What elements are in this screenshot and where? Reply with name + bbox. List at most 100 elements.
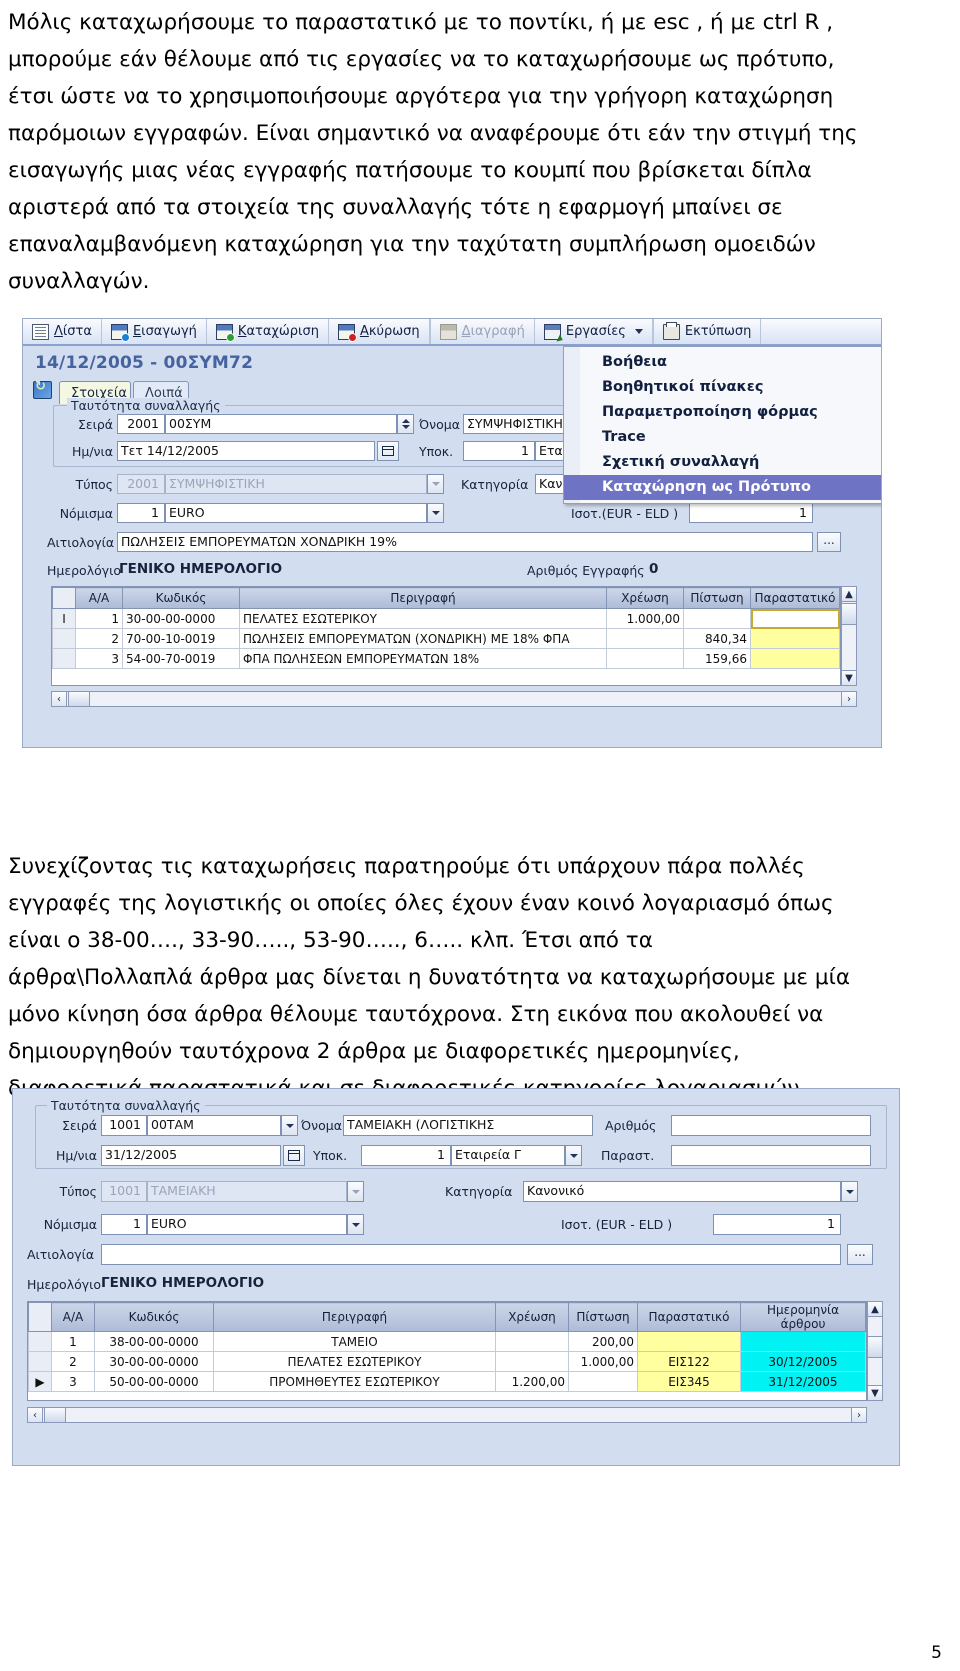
grid-col-code-2[interactable]: Κωδικός [94, 1302, 214, 1332]
toolbar-button-jobs[interactable]: Εργασίες [535, 319, 654, 344]
cell-date-2[interactable]: 31/12/2005 [740, 1371, 866, 1392]
cell-desc-2[interactable]: ΤΑΜΕΙΟ [213, 1331, 496, 1352]
menu-item-parametropoiisi-formas[interactable]: Παραμετροποίηση φόρμας [564, 400, 881, 425]
scroll-up-icon-2[interactable]: ▲ [867, 1301, 883, 1317]
cell-date-2[interactable] [740, 1331, 866, 1352]
scroll-down-icon-2[interactable]: ▼ [867, 1385, 883, 1401]
cell-debit[interactable] [606, 648, 684, 669]
field-aitiologia-value[interactable]: ΠΩΛΗΣΕΙΣ ΕΜΠΟΡΕΥΜΑΤΩΝ ΧΟΝΔΡΙΚΗ 19% [117, 532, 813, 552]
grid-horizontal-scrollbar[interactable]: ‹ › [51, 691, 857, 707]
cell-code-2[interactable]: 50-00-00-0000 [94, 1371, 214, 1392]
grid-col-desc[interactable]: Περιγραφή [239, 587, 607, 609]
cell-credit-2[interactable]: 200,00 [568, 1331, 638, 1352]
cell-doc[interactable] [750, 608, 840, 629]
jobs-dropdown-menu[interactable]: Βοήθεια Βοηθητικοί πίνακες Παραμετροποίη… [563, 346, 881, 504]
scroll-thumb-2[interactable] [867, 1336, 883, 1358]
field-imnia-value[interactable]: Τετ 14/12/2005 [117, 441, 375, 461]
cell-aa-2[interactable]: 1 [51, 1331, 95, 1352]
entries-grid[interactable]: Α/Α Κωδικός Περιγραφή Χρέωση Πίστωση Παρ… [51, 586, 841, 686]
toolbar-button-print[interactable]: Εκτύπωση [654, 319, 762, 344]
scroll-left-icon-2[interactable]: ‹ [27, 1407, 43, 1423]
cell-aa[interactable]: 2 [75, 628, 123, 649]
cell-debit[interactable]: 1.000,00 [606, 608, 684, 629]
field-onoma-value-2[interactable]: ΤΑΜΕΙΑΚΗ (ΛΟΓΙΣΤΙΚΗΣ [343, 1115, 593, 1136]
field-nomisma-code-2[interactable]: 1 [101, 1214, 147, 1235]
cell-code[interactable]: 54-00-70-0019 [122, 648, 240, 669]
field-seira-code-2[interactable]: 1001 [101, 1115, 147, 1136]
field-nomisma-value-2[interactable]: EURO [147, 1214, 347, 1235]
field-katigoria-value-2[interactable]: Κανονικό [523, 1181, 841, 1202]
grid-vertical-scrollbar-2[interactable]: ▲ ▼ [867, 1301, 883, 1401]
field-ypok-value-2[interactable]: Εταιρεία Γ [451, 1145, 565, 1166]
cell-debit-2[interactable] [495, 1351, 569, 1372]
toolbar-button-list[interactable]: Λίστα [23, 319, 102, 344]
table-row[interactable]: 1 38-00-00-0000 ΤΑΜΕΙΟ 200,00 [28, 1331, 866, 1352]
field-ypok-code-2[interactable]: 1 [361, 1145, 451, 1166]
cell-code[interactable]: 30-00-00-0000 [122, 608, 240, 629]
cell-credit-2[interactable] [568, 1371, 638, 1392]
cell-doc[interactable] [750, 648, 840, 669]
katigoria-dropdown-arrow-2[interactable] [841, 1181, 858, 1202]
scroll-up-icon[interactable]: ▲ [841, 586, 857, 602]
ypok-dropdown-arrow-2[interactable] [565, 1145, 582, 1166]
cell-code-2[interactable]: 30-00-00-0000 [94, 1351, 214, 1372]
field-nomisma-value[interactable]: EURO [165, 503, 427, 523]
table-row[interactable]: 2 70-00-10-0019 ΠΩΛΗΣΕΙΣ ΕΜΠΟΡΕΥΜΑΤΩΝ (Χ… [52, 628, 840, 649]
cell-debit-2[interactable] [495, 1331, 569, 1352]
cell-desc-2[interactable]: ΠΕΛΑΤΕΣ ΕΣΩΤΕΡΙΚΟΥ [213, 1351, 496, 1372]
cell-aa-2[interactable]: 3 [51, 1371, 95, 1392]
grid-col-aa-2[interactable]: Α/Α [51, 1302, 95, 1332]
grid-horizontal-scrollbar-2[interactable]: ‹ › [27, 1407, 867, 1423]
cell-doc-2[interactable]: ΕΙΣ122 [637, 1351, 741, 1372]
cell-credit[interactable] [683, 608, 751, 629]
nomisma-dropdown-arrow[interactable] [427, 503, 444, 523]
cell-doc-2[interactable]: ΕΙΣ345 [637, 1371, 741, 1392]
field-isot-value[interactable]: 1 [689, 503, 813, 523]
cell-code[interactable]: 70-00-10-0019 [122, 628, 240, 649]
grid-col-doc[interactable]: Παραστατικό [750, 587, 840, 609]
scroll-thumb-h[interactable] [68, 691, 90, 707]
cell-aa[interactable]: 1 [75, 608, 123, 629]
seira-spinner[interactable] [397, 414, 414, 434]
grid-col-desc-2[interactable]: Περιγραφή [213, 1302, 496, 1332]
cell-doc[interactable] [750, 628, 840, 649]
cell-date-2[interactable]: 30/12/2005 [740, 1351, 866, 1372]
cell-credit-2[interactable]: 1.000,00 [568, 1351, 638, 1372]
table-row[interactable]: ▶ 3 50-00-00-0000 ΠΡΟΜΗΘΕΥΤΕΣ ΕΣΩΤΕΡΙΚΟΥ… [28, 1371, 866, 1392]
chevron-down-icon[interactable] [634, 329, 643, 334]
cell-debit[interactable] [606, 628, 684, 649]
grid-col-aa[interactable]: Α/Α [75, 587, 123, 609]
field-parast-value-2[interactable] [671, 1145, 871, 1166]
grid-col-code[interactable]: Κωδικός [122, 587, 240, 609]
cell-aa-2[interactable]: 2 [51, 1351, 95, 1372]
menu-item-katachorisi-os-protypo[interactable]: Καταχώρηση ως Πρότυπο [564, 475, 881, 500]
scroll-right-icon[interactable]: › [841, 691, 857, 707]
table-row[interactable]: I 1 30-00-00-0000 ΠΕΛΑΤΕΣ ΕΣΩΤΕΡΙΚΟΥ 1.0… [52, 608, 840, 629]
grid-vertical-scrollbar[interactable]: ▲ ▼ [841, 586, 857, 686]
cell-credit[interactable]: 840,34 [683, 628, 751, 649]
cell-aa[interactable]: 3 [75, 648, 123, 669]
repeat-entry-icon[interactable] [33, 379, 52, 399]
grid-col-debit[interactable]: Χρέωση [606, 587, 684, 609]
field-isot-value-2[interactable]: 1 [713, 1214, 841, 1235]
cell-desc[interactable]: ΠΩΛΗΣΕΙΣ ΕΜΠΟΡΕΥΜΑΤΩΝ (ΧΟΝΔΡΙΚΗ) ΜΕ 18% … [239, 628, 607, 649]
field-aitiologia-value-2[interactable] [101, 1244, 841, 1265]
nomisma-dropdown-arrow-2[interactable] [347, 1214, 364, 1235]
menu-item-schetiki-synallagi[interactable]: Σχετική συναλλαγή [564, 450, 881, 475]
menu-item-voithitikoi-pinakes[interactable]: Βοηθητικοί πίνακες [564, 375, 881, 400]
cell-desc[interactable]: ΦΠΑ ΠΩΛΗΣΕΩΝ ΕΜΠΟΡΕΥΜΑΤΩΝ 18% [239, 648, 607, 669]
seira-dropdown-arrow-2[interactable] [281, 1115, 298, 1136]
toolbar-button-cancel[interactable]: Ακύρωση [329, 319, 431, 344]
table-row[interactable]: 3 54-00-70-0019 ΦΠΑ ΠΩΛΗΣΕΩΝ ΕΜΠΟΡΕΥΜΑΤΩ… [52, 648, 840, 669]
scroll-down-icon[interactable]: ▼ [841, 670, 857, 686]
scroll-left-icon[interactable]: ‹ [51, 691, 67, 707]
entries-grid-2[interactable]: Α/Α Κωδικός Περιγραφή Χρέωση Πίστωση Παρ… [27, 1301, 867, 1401]
grid-col-credit-2[interactable]: Πίστωση [568, 1302, 638, 1332]
field-seira-code[interactable]: 2001 [117, 414, 165, 434]
scroll-thumb[interactable] [841, 603, 857, 625]
cell-desc-2[interactable]: ΠΡΟΜΗΘΕΥΤΕΣ ΕΣΩΤΕΡΙΚΟΥ [213, 1371, 496, 1392]
cell-debit-2[interactable]: 1.200,00 [495, 1371, 569, 1392]
field-ypok-code[interactable]: 1 [463, 441, 535, 461]
scroll-right-icon-2[interactable]: › [851, 1407, 867, 1423]
cell-credit[interactable]: 159,66 [683, 648, 751, 669]
